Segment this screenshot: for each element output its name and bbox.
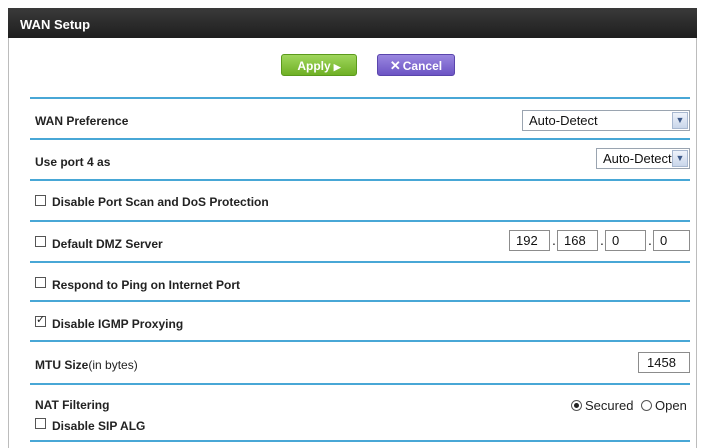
port-scan-label: Disable Port Scan and DoS Protection [52,195,269,209]
chevron-down-icon: ▼ [672,150,688,167]
divider [30,220,690,222]
divider [30,179,690,181]
button-bar: Apply ▶ ✕ Cancel [9,54,696,78]
mtu-unit: (in bytes) [88,358,138,372]
divider [30,97,690,99]
port-scan-row: Disable Port Scan and DoS Protection [30,182,690,220]
sip-alg-label: Disable SIP ALG [52,419,146,433]
igmp-row: ✓ Disable IGMP Proxying [30,303,690,341]
apply-button[interactable]: Apply ▶ [281,54,357,76]
wan-preference-value: Auto-Detect [529,113,598,128]
dmz-ip-octet-1[interactable]: 192 [509,230,550,251]
mtu-row: MTU Size(in bytes) 1458 [30,343,690,383]
page-title: WAN Setup [20,17,91,32]
cancel-button[interactable]: ✕ Cancel [377,54,455,76]
radio-icon [571,400,582,411]
nat-filtering-label: NAT Filtering [35,398,110,412]
wan-preference-label: WAN Preference [35,114,129,128]
close-icon: ✕ [389,58,401,73]
ip-dot: . [600,232,604,248]
dmz-ip-octet-2[interactable]: 168 [557,230,598,251]
port4-row: Use port 4 as Auto-Detect ▼ [30,141,690,179]
sip-alg-checkbox[interactable] [35,418,46,429]
divider [30,340,690,342]
apply-button-label: Apply [297,59,331,73]
wan-setup-panel: Apply ▶ ✕ Cancel WAN Preference Auto-Detec… [8,38,697,448]
port-scan-checkbox[interactable] [35,195,46,206]
nat-secured-label: Secured [585,398,634,413]
mtu-label: MTU Size(in bytes) [35,358,138,372]
divider [30,261,690,263]
ip-dot: . [648,232,652,248]
nat-secured-option[interactable]: Secured [571,398,633,413]
checkmark-icon: ✓ [36,314,46,326]
divider [30,440,690,442]
nat-open-option[interactable]: Open [641,398,687,413]
play-arrow-icon: ▶ [333,62,341,72]
port4-label: Use port 4 as [35,155,111,169]
cancel-button-label: Cancel [402,59,443,73]
mtu-input[interactable]: 1458 [638,352,690,373]
nat-open-label: Open [655,398,687,413]
port4-value: Auto-Detect [603,151,672,166]
nat-row: NAT Filtering Secured Open Disable SIP A… [30,386,690,446]
wan-preference-row: WAN Preference Auto-Detect ▼ [30,100,690,138]
ping-row: Respond to Ping on Internet Port [30,264,690,302]
dmz-row: Default DMZ Server 192 . 168 . 0 . 0 [30,223,690,261]
port4-select[interactable]: Auto-Detect ▼ [596,148,690,169]
dmz-label: Default DMZ Server [52,237,163,251]
igmp-label: Disable IGMP Proxying [52,317,184,331]
dmz-ip-octet-4[interactable]: 0 [653,230,690,251]
dmz-checkbox[interactable] [35,236,46,247]
radio-icon [641,400,653,411]
divider [30,383,690,385]
chevron-down-icon: ▼ [672,112,688,129]
wan-preference-select[interactable]: Auto-Detect ▼ [522,110,690,131]
dmz-ip-octet-3[interactable]: 0 [605,230,646,251]
nat-filtering-options: Secured Open [571,398,687,413]
divider [30,300,690,302]
ping-checkbox[interactable] [35,277,46,288]
ping-label: Respond to Ping on Internet Port [52,278,240,292]
mtu-label-text: MTU Size [35,358,89,372]
page-title-bar: WAN Setup [8,8,697,38]
ip-dot: . [552,232,556,248]
igmp-checkbox[interactable]: ✓ [35,314,46,327]
divider [30,138,690,140]
